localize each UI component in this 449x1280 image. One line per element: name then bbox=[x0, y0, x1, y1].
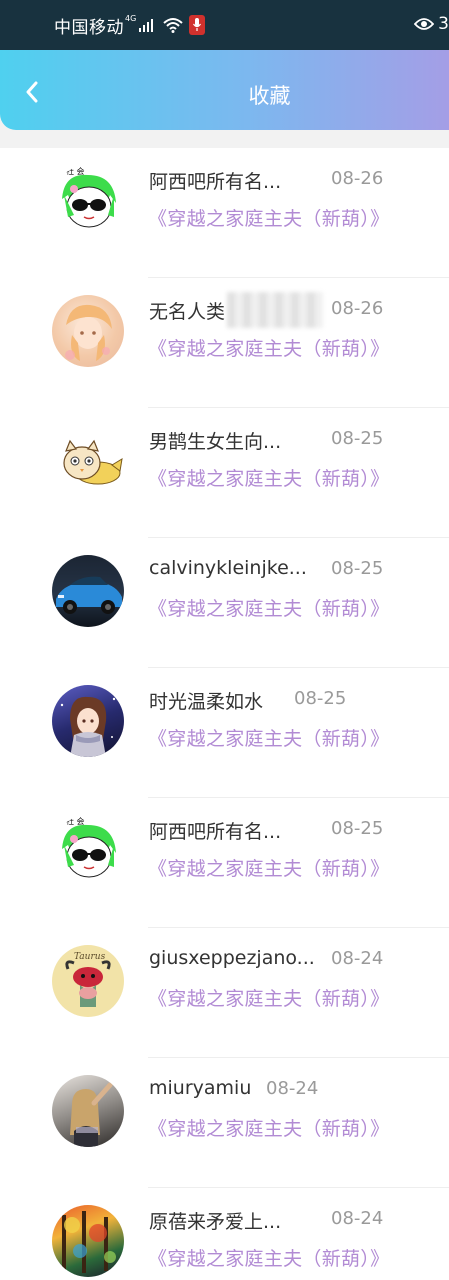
avatar[interactable] bbox=[52, 295, 124, 367]
eye-indicator: 3 bbox=[414, 14, 449, 34]
item-book-title[interactable]: 《穿越之家庭主夫（新葫）》 bbox=[148, 334, 389, 361]
item-book-title[interactable]: 《穿越之家庭主夫（新葫）》 bbox=[148, 854, 389, 881]
redacted-text bbox=[227, 292, 323, 328]
item-name: 阿西吧所有名... bbox=[149, 171, 282, 193]
list-item[interactable]: calvinykleinjke... 08-25 《穿越之家庭主夫（新葫）》 bbox=[0, 538, 449, 668]
svg-text:社 会: 社 会 bbox=[66, 816, 85, 826]
item-date: 08-24 bbox=[331, 1208, 384, 1229]
item-name: miuryamiu bbox=[149, 1077, 252, 1099]
list-item[interactable]: 社 会 阿西吧所有名... 08-26 《穿越之家庭主夫（新葫）》 bbox=[0, 148, 449, 278]
status-bar: 中国移动 4G 3 bbox=[0, 0, 449, 50]
item-date: 08-25 bbox=[331, 558, 384, 579]
avatar[interactable] bbox=[52, 1075, 124, 1147]
item-date: 08-25 bbox=[331, 428, 384, 449]
wifi-icon bbox=[163, 17, 183, 33]
item-name: 无名人类 bbox=[149, 301, 226, 323]
item-book-title[interactable]: 《穿越之家庭主夫（新葫）》 bbox=[148, 1114, 389, 1141]
avatar[interactable] bbox=[52, 685, 124, 757]
carrier-label: 中国移动 bbox=[54, 17, 124, 38]
svg-text:社 会: 社 会 bbox=[66, 166, 85, 176]
list-item[interactable]: miuryamiu 08-24 《穿越之家庭主夫（新葫）》 bbox=[0, 1058, 449, 1188]
signal-icon bbox=[139, 18, 154, 32]
item-name: 阿西吧所有名... bbox=[149, 821, 282, 843]
avatar[interactable] bbox=[52, 425, 124, 497]
item-date: 08-25 bbox=[294, 688, 347, 709]
item-book-title[interactable]: 《穿越之家庭主夫（新葫）》 bbox=[148, 984, 389, 1011]
eye-count: 3 bbox=[438, 14, 449, 34]
item-name: giusxeppezjano... bbox=[149, 947, 315, 969]
item-date: 08-26 bbox=[331, 168, 384, 189]
avatar[interactable] bbox=[52, 1205, 124, 1277]
item-book-title[interactable]: 《穿越之家庭主夫（新葫）》 bbox=[148, 724, 389, 751]
list-item[interactable]: 原蓓来矛爱上... 08-24 《穿越之家庭主夫（新葫）》 bbox=[0, 1188, 449, 1280]
item-name: calvinykleinjke... bbox=[149, 557, 307, 579]
avatar[interactable]: 社 会 bbox=[52, 165, 124, 237]
item-date: 08-24 bbox=[331, 948, 384, 969]
item-book-title[interactable]: 《穿越之家庭主夫（新葫）》 bbox=[148, 464, 389, 491]
item-date: 08-25 bbox=[331, 818, 384, 839]
microphone-icon bbox=[189, 15, 206, 35]
svg-text:Taurus: Taurus bbox=[74, 952, 106, 962]
item-name: 时光温柔如水 bbox=[149, 691, 264, 713]
eye-icon bbox=[414, 18, 435, 30]
favorites-list: 社 会 阿西吧所有名... 08-26 《穿越之家庭主夫（新葫）》 无名人类 0… bbox=[0, 148, 449, 1280]
list-item[interactable]: 时光温柔如水 08-25 《穿越之家庭主夫（新葫）》 bbox=[0, 668, 449, 798]
list-item[interactable]: 无名人类 08-26 《穿越之家庭主夫（新葫）》 bbox=[0, 278, 449, 408]
list-item[interactable]: Taurus giusxeppezjano... 08-24 《穿越之家庭主夫（… bbox=[0, 928, 449, 1058]
item-date: 08-26 bbox=[331, 298, 384, 319]
item-book-title[interactable]: 《穿越之家庭主夫（新葫）》 bbox=[148, 594, 389, 621]
avatar[interactable] bbox=[52, 555, 124, 627]
network-type-label: 4G bbox=[125, 13, 137, 23]
avatar[interactable]: Taurus bbox=[52, 945, 124, 1017]
page-title: 收藏 bbox=[248, 84, 291, 108]
app-header: 收藏 bbox=[0, 50, 449, 130]
item-name: 原蓓来矛爱上... bbox=[149, 1211, 282, 1233]
list-item[interactable]: 社 会 阿西吧所有名... 08-25 《穿越之家庭主夫（新葫）》 bbox=[0, 798, 449, 928]
item-book-title[interactable]: 《穿越之家庭主夫（新葫）》 bbox=[148, 1244, 389, 1271]
item-book-title[interactable]: 《穿越之家庭主夫（新葫）》 bbox=[148, 204, 389, 231]
item-name: 男鹊生女生向... bbox=[149, 431, 282, 453]
item-date: 08-24 bbox=[266, 1078, 319, 1099]
list-item[interactable]: 男鹊生女生向... 08-25 《穿越之家庭主夫（新葫）》 bbox=[0, 408, 449, 538]
avatar[interactable]: 社 会 bbox=[52, 815, 124, 887]
